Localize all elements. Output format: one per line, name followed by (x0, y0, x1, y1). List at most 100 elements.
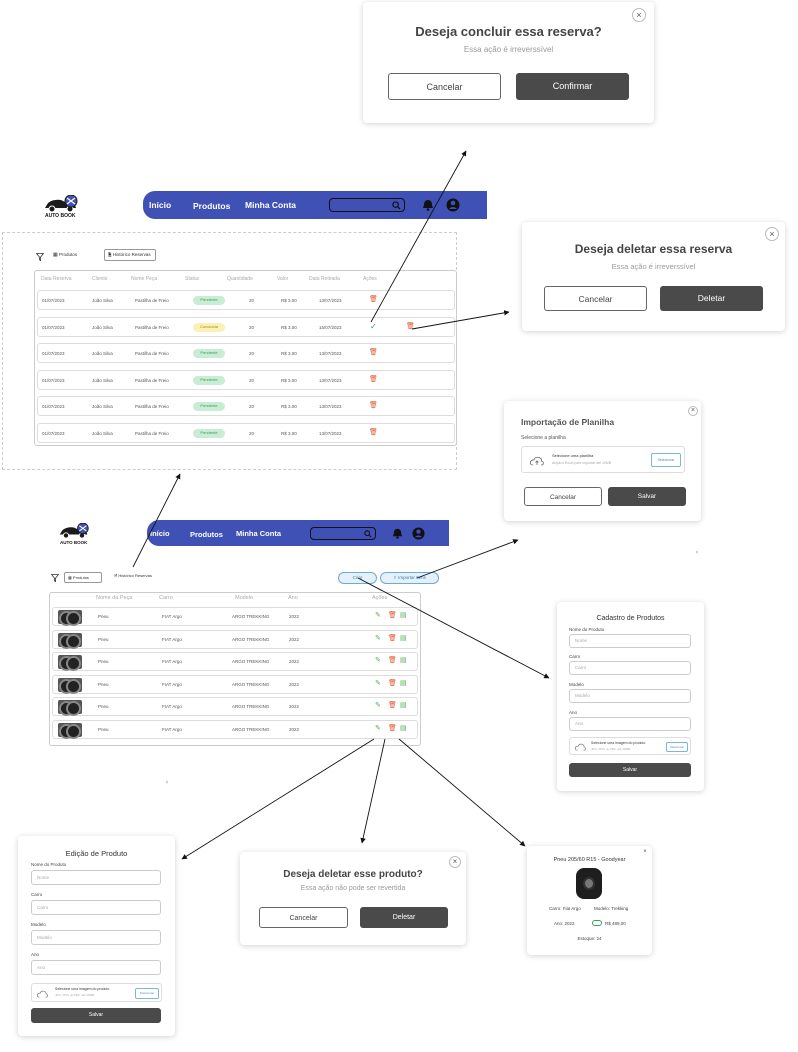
search-input[interactable] (329, 198, 405, 212)
upload-area[interactable]: Selecione uma planilha Arquivo Excel par… (521, 446, 685, 473)
filter-icon[interactable] (51, 574, 59, 582)
trash-icon[interactable]: 🗑 (369, 375, 378, 383)
nav-produtos[interactable]: Produtos (193, 201, 230, 211)
cancel-button[interactable]: Cancelar (259, 907, 348, 928)
edit-icon[interactable]: ✎ (375, 611, 381, 619)
close-icon[interactable]: × (632, 8, 646, 22)
view-details-icon[interactable]: ▤ (400, 656, 407, 664)
car-field[interactable]: Carro (31, 900, 161, 915)
close-icon[interactable]: × (688, 406, 698, 416)
table-row[interactable]: Pneu FIAT Argo ARGO TREKKING 2022 ✎ 🗑 ▤ (52, 719, 418, 739)
table-row[interactable]: Pneu FIAT Argo ARGO TREKKING 2022 ✎ 🗑 ▤ (52, 607, 418, 626)
confirm-button[interactable]: Confirmar (516, 73, 629, 100)
view-details-icon[interactable]: ▤ (400, 701, 407, 709)
view-details-icon[interactable]: ▤ (400, 679, 407, 687)
trash-icon[interactable]: 🗑 (369, 348, 378, 356)
table-row[interactable]: 01/07/2023 João Silva Pastilha de Freio 20 R… (37, 422, 455, 443)
nav-produtos[interactable]: Produtos (190, 530, 223, 539)
field-label: Modelo (31, 922, 46, 927)
search-icon (392, 201, 401, 210)
check-icon[interactable]: ✓ (370, 322, 377, 331)
delete-button[interactable]: Deletar (360, 907, 448, 928)
tab-produtos[interactable]: ▦ Produtos (64, 572, 102, 583)
cancel-button[interactable]: Cancelar (544, 286, 647, 311)
trash-icon[interactable]: 🗑 (369, 401, 378, 409)
trash-icon[interactable]: 🗑 (388, 701, 397, 709)
upload-icon: ⇪ (393, 575, 397, 580)
search-input[interactable] (310, 527, 376, 540)
table-row[interactable]: Pneu FIAT Argo ARGO TREKKING 2022 ✎ 🗑 ▤ (52, 652, 418, 671)
name-field[interactable]: Nome (31, 870, 161, 885)
trash-icon[interactable]: 🗑 (369, 295, 378, 303)
nav-inicio[interactable]: Início (150, 529, 170, 538)
view-details-icon[interactable]: ▤ (400, 611, 407, 619)
nav-minha-conta[interactable]: Minha Conta (245, 200, 296, 210)
car-field[interactable]: Carro (569, 661, 691, 675)
trash-icon[interactable]: 🗑 (388, 634, 397, 642)
edit-icon[interactable]: ✎ (375, 724, 381, 732)
create-button[interactable]: Criar (338, 572, 377, 584)
user-avatar-icon[interactable] (412, 527, 425, 540)
bell-icon[interactable] (392, 528, 403, 539)
select-file-button[interactable]: Selecionar (135, 988, 159, 999)
edit-icon[interactable]: ✎ (375, 634, 381, 642)
table-row[interactable]: Pneu FIAT Argo ARGO TREKKING 2022 ✎ 🗑 ▤ (52, 674, 418, 694)
year-field[interactable]: Ano (31, 960, 161, 975)
view-details-icon[interactable]: ▤ (400, 634, 407, 642)
nav-inicio[interactable]: Início (149, 200, 171, 210)
cancel-button[interactable]: Cancelar (524, 487, 602, 506)
select-file-button[interactable]: Selecionar (651, 453, 681, 467)
bell-icon[interactable] (422, 199, 434, 211)
view-details-icon[interactable]: ▤ (400, 724, 407, 732)
user-avatar-icon[interactable] (446, 198, 460, 212)
filter-icon[interactable] (36, 253, 44, 261)
tab-historico-reservas[interactable]: 🗎 Histórico Reservas (114, 573, 152, 580)
save-button[interactable]: Salvar (31, 1008, 161, 1023)
cell-year: 2022 (289, 681, 300, 687)
table-row[interactable]: Pneu FIAT Argo ARGO TREKKING 2022 ✎ 🗑 ▤ (52, 697, 418, 716)
upload-area[interactable]: Selecione uma imagem do produto JPG, PNG… (31, 983, 162, 1002)
close-icon[interactable]: × (693, 550, 701, 558)
table-row[interactable]: 01/07/2023 João Silva Pastilha de Freio 20 R… (37, 290, 455, 310)
name-field[interactable]: Nome (569, 634, 691, 648)
table-row[interactable]: Pneu FIAT Argo ARGO TREKKING 2022 ✎ 🗑 ▤ (52, 629, 418, 649)
edit-icon[interactable]: ✎ (375, 701, 381, 709)
trash-icon[interactable]: 🗑 (388, 679, 397, 687)
save-button[interactable]: Salvar (569, 763, 691, 777)
delete-button[interactable]: Deletar (660, 286, 763, 311)
cancel-button[interactable]: Cancelar (388, 73, 501, 100)
import-items-button[interactable]: ⇪ Importar Itens (380, 572, 439, 584)
trash-icon[interactable]: 🗑 (369, 428, 378, 436)
close-icon[interactable]: × (449, 856, 461, 868)
modal-title: Deseja deletar esse produto? (283, 869, 423, 880)
tab-historico-reservas[interactable]: 🗎 Histórico Reservas (104, 249, 156, 261)
close-icon[interactable]: × (641, 849, 649, 857)
year-field[interactable]: Ano (569, 717, 691, 731)
table-row[interactable]: 01/07/2023 João Silva Pastilha de Freio 20 R… (37, 316, 455, 337)
trash-icon[interactable]: 🗑 (388, 724, 397, 732)
save-button[interactable]: Salvar (608, 487, 686, 506)
edit-icon[interactable]: ✎ (375, 656, 381, 664)
close-icon[interactable]: × (163, 780, 171, 788)
trash-icon[interactable]: 🗑 (388, 611, 397, 619)
cell-pickup: 13/07/2023 (319, 404, 342, 409)
table-row[interactable]: 01/07/2023 João Silva Pastilha de Freio 20 R… (37, 369, 455, 390)
edit-icon[interactable]: ✎ (375, 679, 381, 687)
close-icon[interactable]: × (765, 227, 779, 241)
trash-icon[interactable]: 🗑 (406, 322, 415, 330)
upload-title: Selecione uma planilha (552, 453, 594, 458)
upload-area[interactable]: Selecione uma imagem do produto JPG, PNG… (569, 737, 691, 755)
cell-pickup: 13/07/2023 (319, 298, 342, 303)
model-field[interactable]: Modelo (569, 689, 691, 703)
table-row[interactable]: 01/07/2023 João Silva Pastilha de Freio 20 R… (37, 343, 455, 363)
nav-minha-conta[interactable]: Minha Conta (236, 529, 281, 538)
cell-part: Pastilha de Freio (135, 351, 169, 356)
table-row[interactable]: 01/07/2023 João Silva Pastilha de Freio 20 R… (37, 396, 455, 416)
cell-name: Pneu (98, 636, 109, 642)
model-field[interactable]: Modelo (31, 930, 161, 945)
select-file-button[interactable]: Selecionar (666, 742, 688, 752)
field-label: Modelo (569, 682, 584, 687)
tab-produtos[interactable]: ▦ Produtos (53, 252, 77, 258)
search-icon (364, 530, 372, 538)
trash-icon[interactable]: 🗑 (388, 656, 397, 664)
